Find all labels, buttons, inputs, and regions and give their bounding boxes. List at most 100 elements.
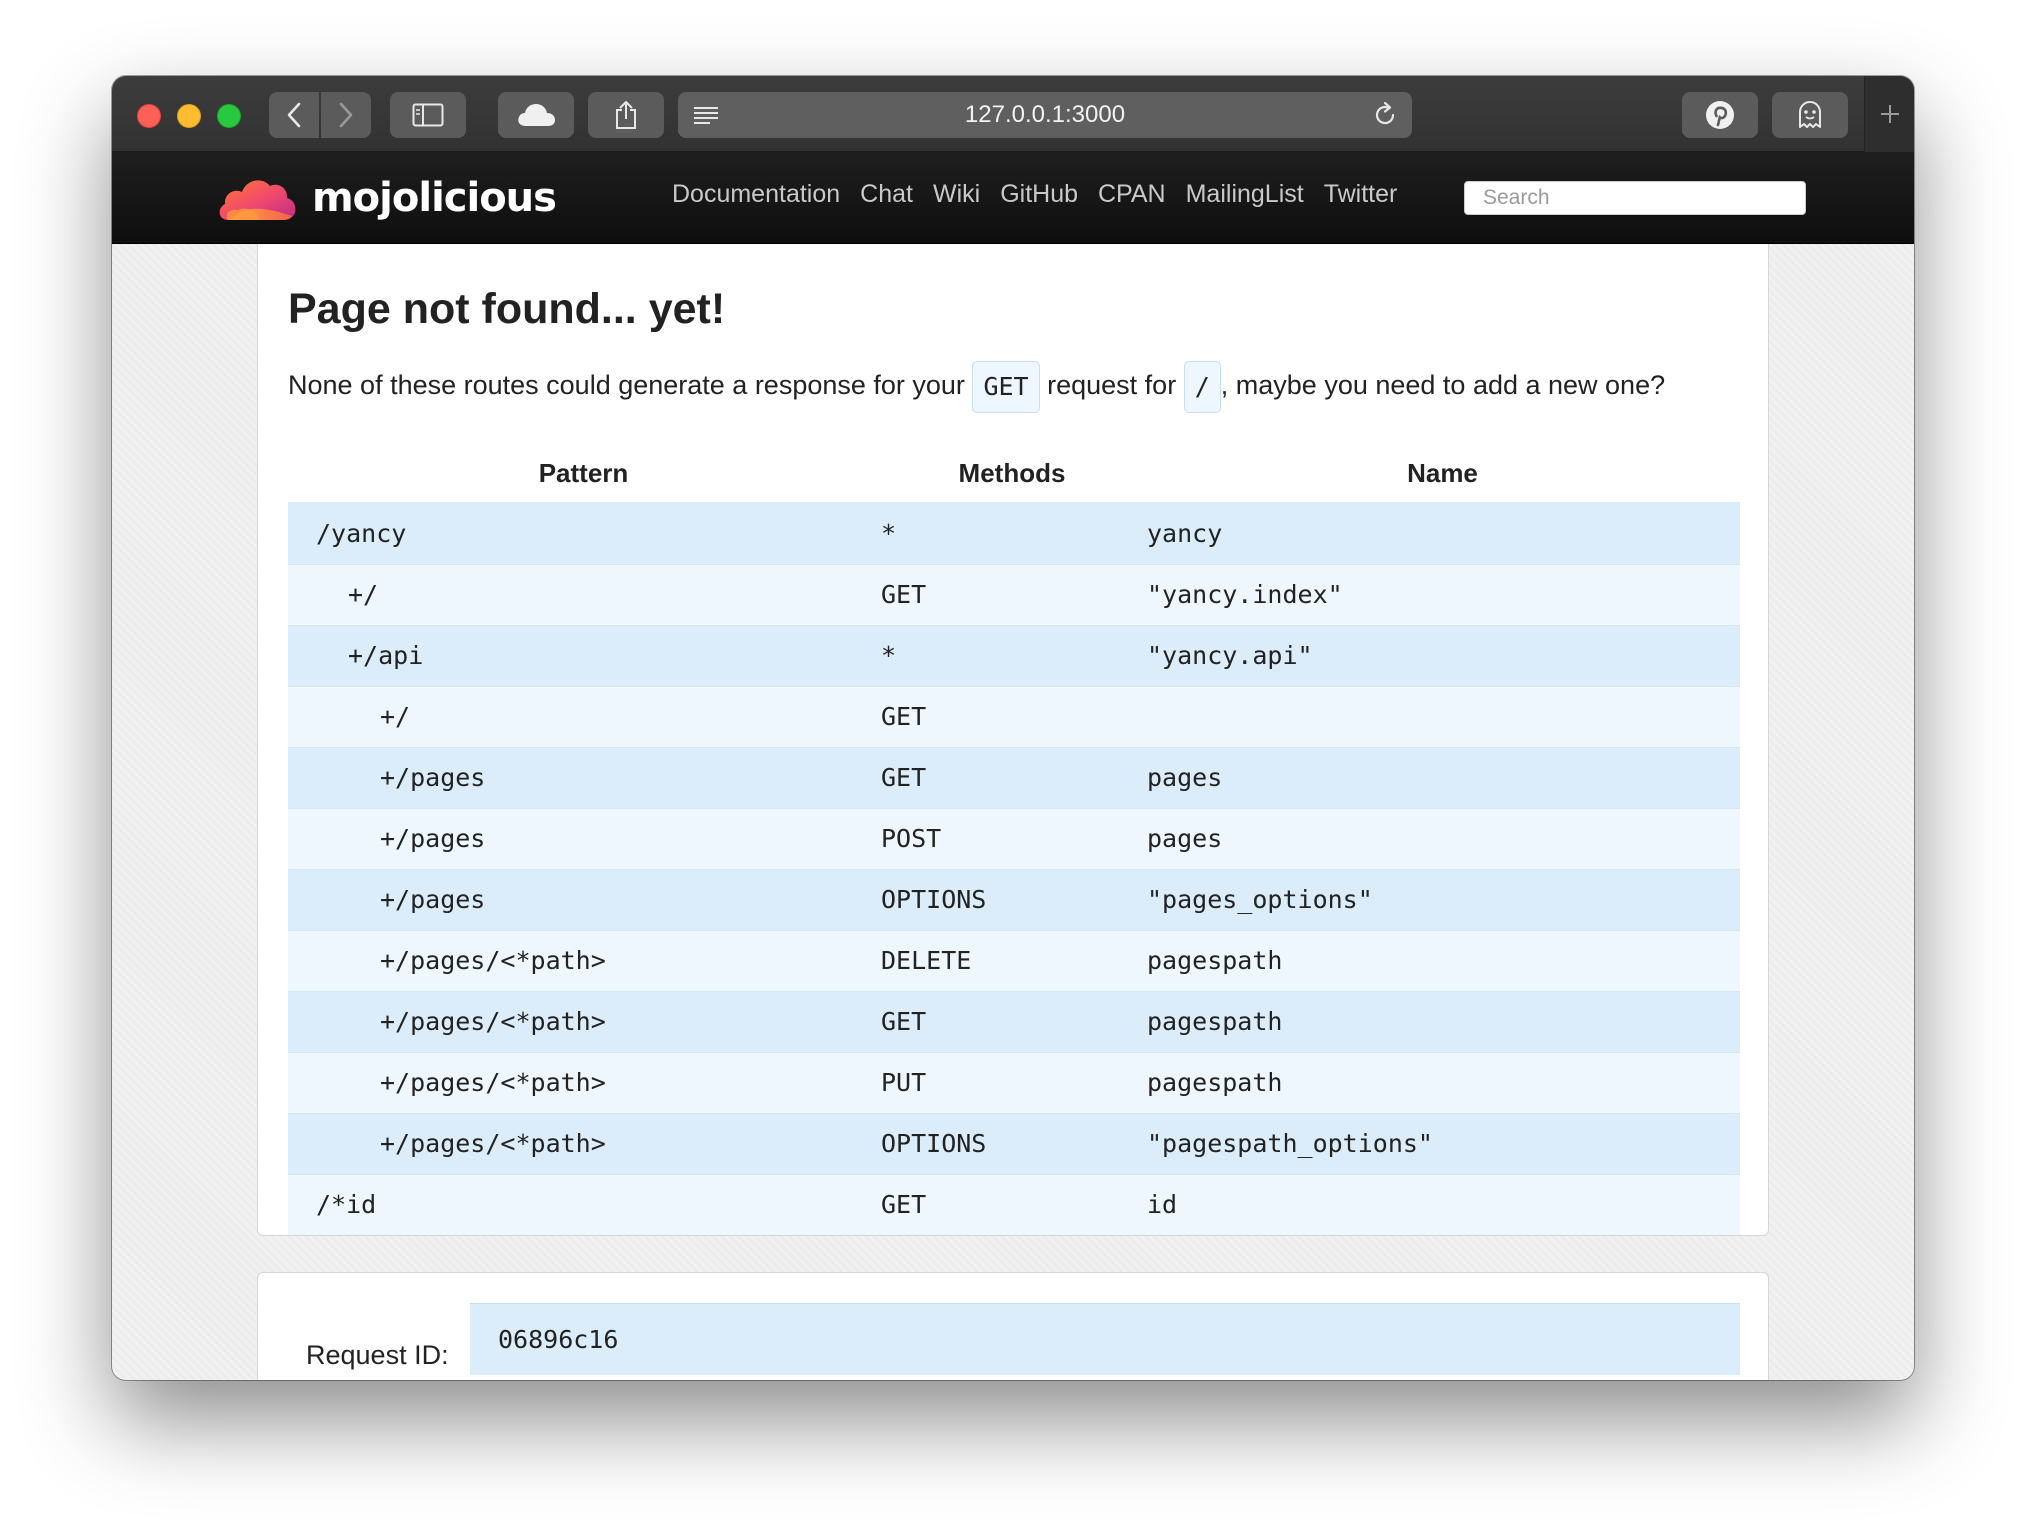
route-pattern-cell: +/ xyxy=(288,685,879,747)
route-pattern-cell: /*id xyxy=(288,1173,879,1235)
route-name-cell: pagespath xyxy=(1145,1051,1740,1113)
request-id-value: 06896c16 xyxy=(470,1303,1740,1375)
table-row: +/pages/<*path> DELETE pagespath xyxy=(288,929,1740,991)
route-name-cell: "pages_options" xyxy=(1145,868,1740,930)
route-name-text: pagespath xyxy=(1147,1068,1283,1097)
route-pattern-cell: /yancy xyxy=(288,502,879,564)
zoom-window-button[interactable] xyxy=(217,104,241,128)
route-methods-cell: GET xyxy=(879,746,1145,808)
route-methods-cell: OPTIONS xyxy=(879,1112,1145,1174)
route-pattern-cell: +/pages xyxy=(288,746,879,808)
route-methods-cell: GET xyxy=(879,990,1145,1052)
column-header-pattern: Pattern xyxy=(288,445,879,504)
route-methods-cell: GET xyxy=(879,1173,1145,1235)
site-logo[interactable]: mojolicious xyxy=(216,170,557,226)
plus-icon xyxy=(1880,105,1899,123)
route-pattern-cell: +/pages/<*path> xyxy=(288,1051,879,1113)
route-name-cell: id xyxy=(1145,1173,1740,1235)
share-button[interactable] xyxy=(588,92,664,138)
site-nav: Documentation Chat Wiki GitHub CPAN Mail… xyxy=(672,180,1417,209)
route-name-text: pagespath xyxy=(1147,1007,1283,1036)
browser-toolbar: 127.0.0.1:3000 xyxy=(112,76,1914,152)
search-input[interactable] xyxy=(1464,181,1806,215)
route-pattern-text: +/pages xyxy=(380,885,486,914)
reader-view-icon[interactable] xyxy=(692,104,720,126)
route-pattern-cell: +/pages/<*path> xyxy=(288,929,879,991)
route-pattern-text: +/pages xyxy=(380,763,486,792)
table-row: +/pages OPTIONS "pages_options" xyxy=(288,868,1740,930)
chevron-left-icon xyxy=(287,102,301,128)
close-window-button[interactable] xyxy=(137,104,161,128)
table-row: +/api * "yancy.api" xyxy=(288,624,1740,686)
nav-link-wiki[interactable]: Wiki xyxy=(933,180,980,209)
route-name-text: id xyxy=(1147,1190,1178,1220)
route-methods-text: GET xyxy=(881,702,927,731)
route-pattern-text: +/pages/<*path> xyxy=(380,1007,606,1036)
forward-button[interactable] xyxy=(321,92,371,138)
route-name-text: pagespath xyxy=(1147,946,1283,975)
route-name-cell: "yancy.api" xyxy=(1145,624,1740,686)
ghost-icon xyxy=(1799,101,1821,128)
nav-link-mailinglist[interactable]: MailingList xyxy=(1186,180,1304,209)
route-name-text: "pagespath_options" xyxy=(1147,1129,1433,1158)
route-methods-text: * xyxy=(881,641,897,670)
logo-wordmark: mojolicious xyxy=(312,175,557,221)
route-pattern-text: +/api xyxy=(348,641,424,670)
route-pattern-text: +/pages/<*path> xyxy=(380,1068,606,1097)
route-methods-cell: * xyxy=(879,502,1145,564)
chevron-right-icon xyxy=(339,102,353,128)
route-methods-text: POST xyxy=(881,824,942,853)
route-pattern-cell: +/pages xyxy=(288,807,879,869)
request-path-code: / xyxy=(1183,360,1221,413)
nav-link-github[interactable]: GitHub xyxy=(1000,180,1078,209)
table-row: /yancy * yancy xyxy=(288,502,1740,564)
pinterest-extension-button[interactable] xyxy=(1682,92,1758,138)
ghostery-extension-button[interactable] xyxy=(1772,92,1848,138)
route-pattern-text: +/pages/<*path> xyxy=(380,1129,606,1158)
column-header-methods: Methods xyxy=(879,445,1145,504)
cloud-icon xyxy=(518,104,555,126)
table-row: /*id GET id xyxy=(288,1173,1740,1235)
sidebar-toggle-button[interactable] xyxy=(390,92,466,138)
minimize-window-button[interactable] xyxy=(177,104,201,128)
route-methods-text: GET xyxy=(881,1007,927,1036)
new-tab-button[interactable] xyxy=(1864,76,1914,152)
route-pattern-text: +/ xyxy=(380,702,411,731)
table-row: +/pages/<*path> GET pagespath xyxy=(288,990,1740,1052)
route-name-text: "pages_options" xyxy=(1147,885,1373,914)
site-header: mojolicious Documentation Chat Wiki GitH… xyxy=(112,152,1914,244)
table-row: +/ GET xyxy=(288,685,1740,747)
table-row: +/pages/<*path> PUT pagespath xyxy=(288,1051,1740,1113)
table-row: +/pages GET pages xyxy=(288,746,1740,808)
route-name-cell: "pagespath_options" xyxy=(1145,1112,1740,1174)
route-name-cell: pagespath xyxy=(1145,929,1740,991)
route-methods-text: OPTIONS xyxy=(881,885,987,914)
route-name-text: "yancy.index" xyxy=(1147,580,1343,609)
mojolicious-cloud-logo-icon xyxy=(219,180,296,220)
route-methods-cell: GET xyxy=(879,563,1145,625)
nav-link-documentation[interactable]: Documentation xyxy=(672,180,840,209)
nav-link-chat[interactable]: Chat xyxy=(860,180,913,209)
routes-table: Pattern Methods Name /yancy * yancy +/ GET "y… xyxy=(288,445,1740,1235)
table-row: +/pages/<*path> OPTIONS "pagespath_options… xyxy=(288,1112,1740,1174)
route-methods-cell: DELETE xyxy=(879,929,1145,991)
route-methods-text: OPTIONS xyxy=(881,1129,987,1158)
nav-link-twitter[interactable]: Twitter xyxy=(1324,180,1398,209)
table-header-row: Pattern Methods Name xyxy=(288,445,1740,504)
nav-link-cpan[interactable]: CPAN xyxy=(1098,180,1166,209)
icloud-tabs-button[interactable] xyxy=(498,92,574,138)
route-methods-text: GET xyxy=(881,580,927,609)
message-text-after: , maybe you need to add a new one? xyxy=(1220,370,1666,400)
reload-icon[interactable] xyxy=(1372,102,1398,128)
back-button[interactable] xyxy=(269,92,319,138)
route-methods-text: * xyxy=(881,519,897,549)
route-pattern-cell: +/pages/<*path> xyxy=(288,990,879,1052)
pinterest-icon xyxy=(1706,101,1734,129)
route-pattern-text: /*id xyxy=(316,1190,377,1220)
address-bar[interactable]: 127.0.0.1:3000 xyxy=(678,92,1412,138)
route-name-text: pages xyxy=(1147,763,1223,792)
url-text[interactable]: 127.0.0.1:3000 xyxy=(965,101,1125,129)
routes-table-body: /yancy * yancy +/ GET "yancy.index" +/api * "yan… xyxy=(288,502,1740,1235)
request-info-panel: Request ID: 06896c16 xyxy=(257,1272,1769,1380)
share-icon xyxy=(616,101,636,129)
